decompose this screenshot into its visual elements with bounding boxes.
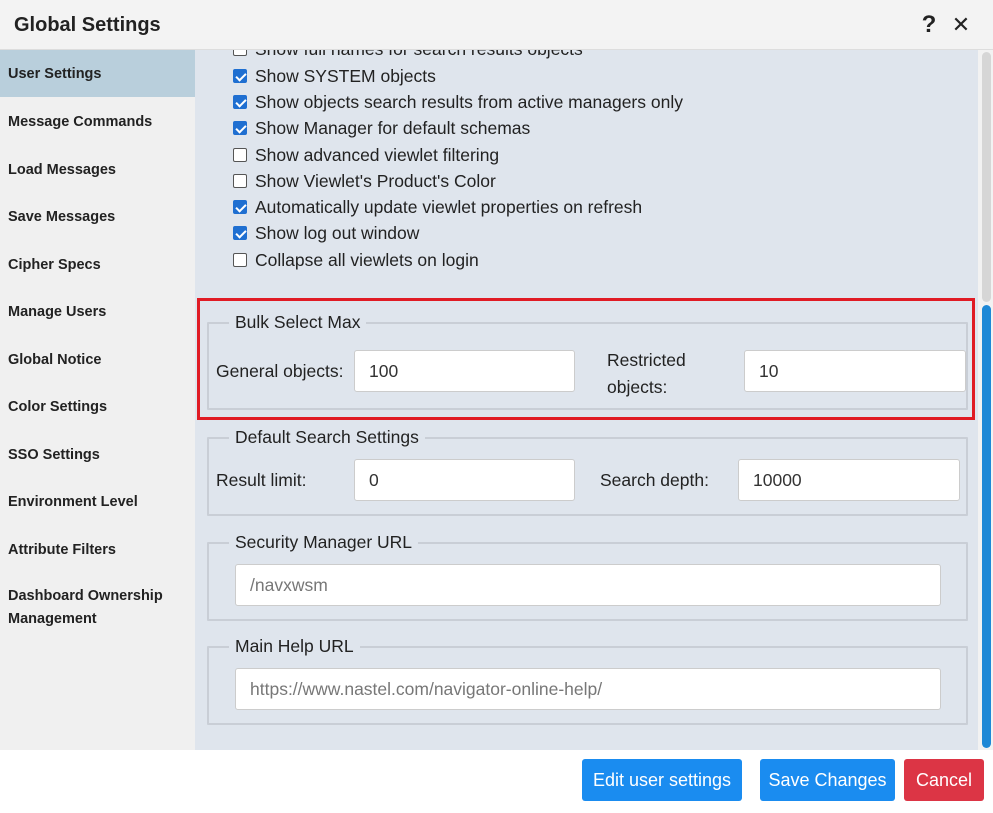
help-icon[interactable]: ? — [918, 10, 940, 40]
sidebar-item-color-settings[interactable]: Color Settings — [0, 383, 195, 430]
checkbox-row[interactable]: Show SYSTEM objects — [233, 65, 436, 87]
checkbox-label: Show full names for search results objec… — [255, 50, 583, 60]
sidebar-item-save-messages[interactable]: Save Messages — [0, 193, 195, 240]
checkbox-checked[interactable] — [233, 95, 247, 109]
sidebar-item-label: Load Messages — [8, 161, 116, 178]
cancel-button[interactable]: Cancel — [904, 759, 984, 801]
checkbox-label: Show objects search results from active … — [255, 91, 683, 112]
sidebar-item-label: Color Settings — [8, 398, 108, 415]
checkbox[interactable] — [233, 50, 247, 56]
settings-sidebar: User Settings Message Commands Load Mess… — [0, 50, 195, 750]
result-limit-label: Result limit: — [216, 470, 307, 490]
search-depth-input[interactable] — [738, 459, 960, 501]
sidebar-item-label: Attribute Filters — [8, 541, 116, 558]
checkbox-label: Show advanced viewlet filtering — [255, 144, 500, 165]
title-bar: Global Settings ? ✕ — [0, 0, 993, 50]
result-limit-input[interactable] — [354, 459, 575, 501]
checkbox-row[interactable]: Automatically update viewlet properties … — [233, 196, 642, 218]
edit-user-settings-button[interactable]: Edit user settings — [582, 759, 742, 801]
sidebar-item-label: Save Messages — [8, 208, 116, 225]
sidebar-item-load-messages[interactable]: Load Messages — [0, 146, 195, 193]
close-icon[interactable]: ✕ — [950, 10, 972, 40]
sidebar-item-label: Message Commands — [8, 113, 153, 130]
checkbox-label: Show Manager for default schemas — [255, 117, 531, 138]
save-changes-button[interactable]: Save Changes — [760, 759, 895, 801]
checkbox-label: Show Viewlet's Product's Color — [255, 170, 496, 191]
sidebar-item-label: User Settings — [8, 65, 102, 82]
dialog-title: Global Settings — [14, 14, 161, 36]
sidebar-item-cipher-specs[interactable]: Cipher Specs — [0, 241, 195, 288]
scrollbar-thumb[interactable] — [982, 305, 991, 748]
sidebar-item-label: Cipher Specs — [8, 256, 101, 273]
sidebar-item-label: Global Notice — [8, 351, 102, 368]
checkbox-row[interactable]: Show Manager for default schemas — [233, 117, 530, 139]
checkbox-label: Collapse all viewlets on login — [255, 249, 479, 270]
sidebar-item-label: Management — [8, 611, 97, 627]
checkbox-label: Automatically update viewlet properties … — [255, 196, 643, 217]
sidebar-item-label: Dashboard Ownership — [8, 588, 163, 604]
checkbox[interactable] — [233, 253, 247, 267]
sidebar-item-environment-level[interactable]: Environment Level — [0, 478, 195, 525]
scrollbar-track-upper — [982, 52, 991, 302]
sidebar-item-user-settings[interactable]: User Settings — [0, 50, 195, 97]
checkbox-row[interactable]: Show advanced viewlet filtering — [233, 144, 499, 166]
sidebar-item-message-commands[interactable]: Message Commands — [0, 98, 195, 145]
sidebar-item-label: Environment Level — [8, 493, 138, 510]
checkbox-row[interactable]: Show full names for search results objec… — [233, 50, 583, 60]
group-legend: Security Manager URL — [235, 532, 413, 552]
sidebar-item-dashboard-ownership[interactable]: Dashboard Ownership Management — [0, 578, 195, 638]
sidebar-item-sso-settings[interactable]: SSO Settings — [0, 431, 195, 478]
highlight-box — [197, 298, 975, 420]
sidebar-item-attribute-filters[interactable]: Attribute Filters — [0, 526, 195, 573]
checkbox-label: Show SYSTEM objects — [255, 65, 436, 86]
sidebar-item-label: SSO Settings — [8, 446, 100, 463]
sidebar-item-label: Manage Users — [8, 303, 107, 320]
checkbox-checked[interactable] — [233, 226, 247, 240]
sidebar-item-global-notice[interactable]: Global Notice — [0, 336, 195, 383]
checkbox-checked[interactable] — [233, 69, 247, 83]
sidebar-item-manage-users[interactable]: Manage Users — [0, 288, 195, 335]
checkbox-row[interactable]: Show Viewlet's Product's Color — [233, 170, 496, 192]
checkbox-checked[interactable] — [233, 121, 247, 135]
checkbox-checked[interactable] — [233, 200, 247, 214]
checkbox[interactable] — [233, 148, 247, 162]
checkbox-row[interactable]: Show objects search results from active … — [233, 91, 683, 113]
security-manager-url-input[interactable] — [235, 564, 941, 606]
checkbox-label: Show log out window — [255, 222, 420, 243]
checkbox[interactable] — [233, 174, 247, 188]
group-legend: Default Search Settings — [235, 427, 419, 447]
group-legend: Main Help URL — [235, 636, 354, 656]
checkbox-row[interactable]: Collapse all viewlets on login — [233, 249, 479, 271]
search-depth-label: Search depth: — [600, 470, 709, 490]
main-help-url-input[interactable] — [235, 668, 941, 710]
checkbox-row[interactable]: Show log out window — [233, 222, 419, 244]
